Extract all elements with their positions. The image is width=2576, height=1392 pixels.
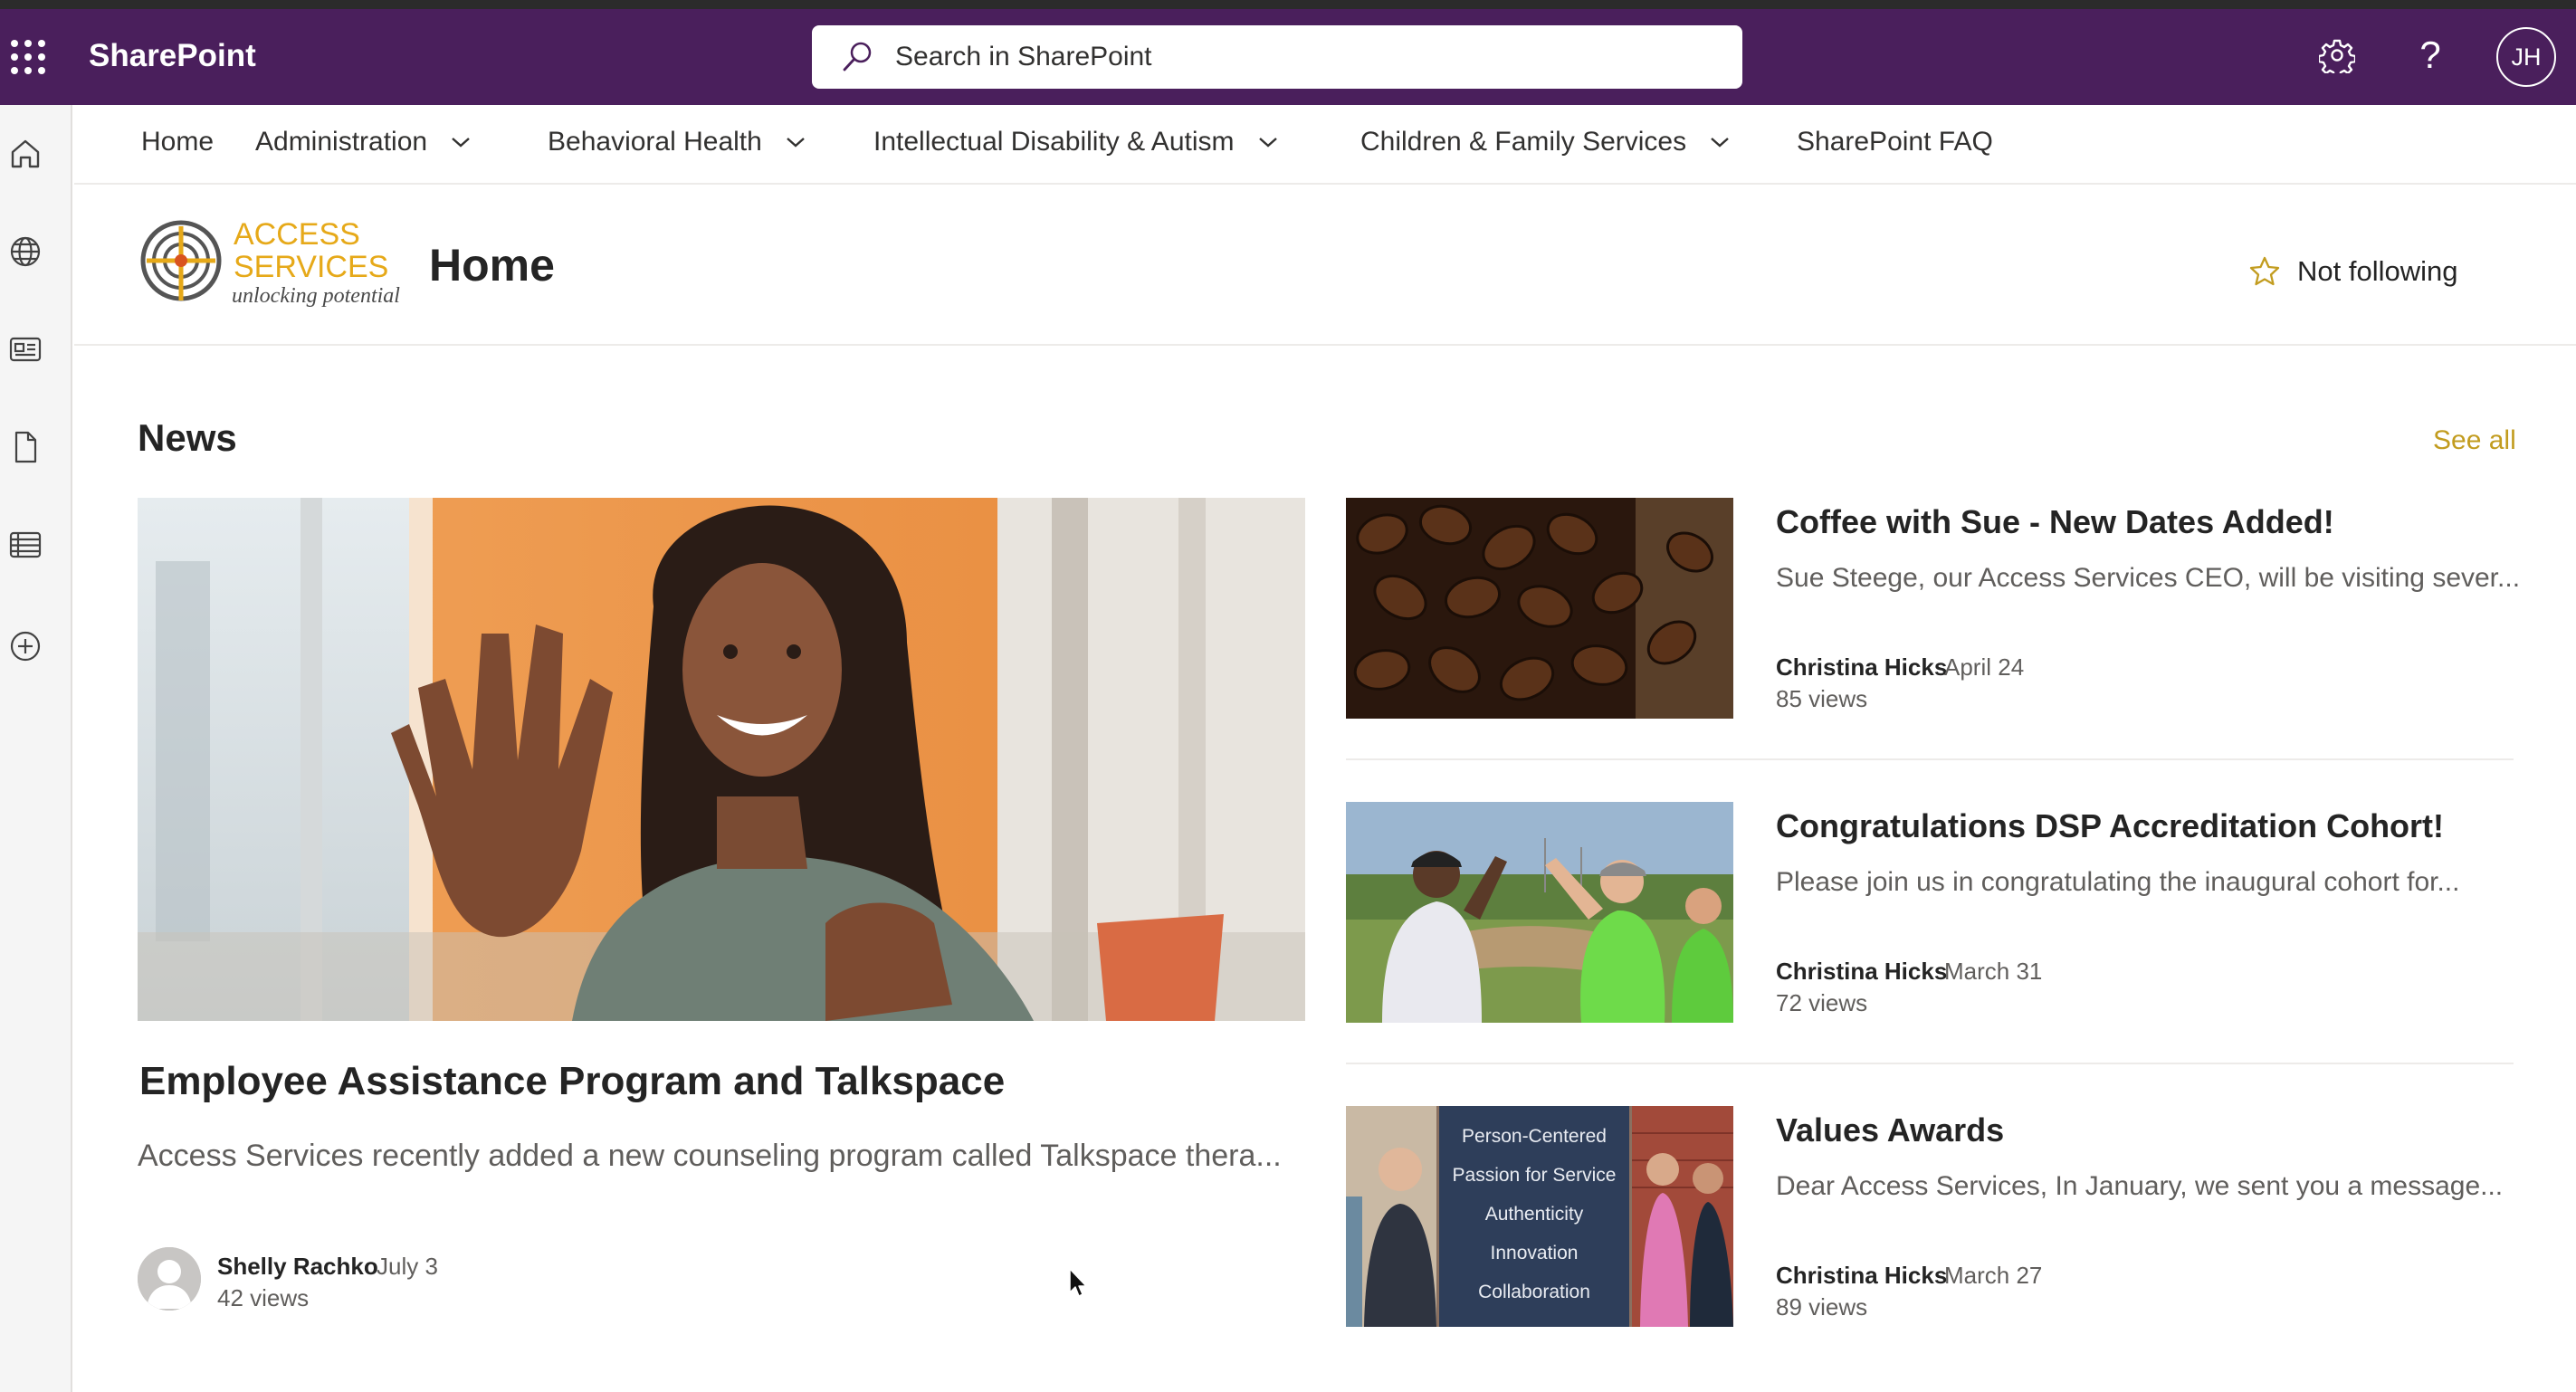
hero-news-description: Access Services recently added a new cou… xyxy=(138,1139,1282,1173)
add-icon[interactable] xyxy=(7,628,43,664)
news-card-author[interactable]: Christina Hicks xyxy=(1776,653,1947,682)
app-launcher-icon[interactable] xyxy=(7,36,45,74)
nav-item-children-family[interactable]: Children & Family Services xyxy=(1360,127,1730,157)
search-input[interactable] xyxy=(895,42,1710,72)
site-logo[interactable]: ACCESS SERVICES unlocking potential xyxy=(139,215,454,315)
news-card-date: March 27 xyxy=(1944,1262,2043,1289)
news-section-title: News xyxy=(138,416,237,459)
nav-item-label: Children & Family Services xyxy=(1360,127,1687,157)
news-card-author[interactable]: Christina Hicks xyxy=(1776,1262,1947,1290)
news-card-image[interactable] xyxy=(1346,498,1733,719)
value-text-collaboration: Collaboration xyxy=(1478,1282,1590,1302)
mouse-cursor-icon xyxy=(1069,1268,1087,1297)
news-card-views: 89 views xyxy=(1776,1293,1868,1320)
see-all-link[interactable]: See all xyxy=(2433,425,2516,456)
chevron-down-icon xyxy=(1711,138,1729,148)
news-card-image[interactable]: Person-Centered Passion for Service Auth… xyxy=(1346,1106,1733,1327)
news-card-title[interactable]: Congratulations DSP Accreditation Cohort… xyxy=(1776,807,2444,845)
card-divider xyxy=(1346,1063,2514,1064)
hero-author-name[interactable]: Shelly Rachko xyxy=(217,1253,378,1281)
value-text-passion: Passion for Service xyxy=(1453,1165,1617,1186)
hub-navigation: Home Administration Behavioral Health In… xyxy=(74,105,2576,185)
values-awards-image: Person-Centered Passion for Service Auth… xyxy=(1346,1106,1733,1327)
nav-item-sharepoint-faq[interactable]: SharePoint FAQ xyxy=(1797,127,1993,157)
globe-icon[interactable] xyxy=(7,234,43,270)
window-top-strip xyxy=(0,0,2576,9)
gear-icon[interactable] xyxy=(2314,33,2360,78)
value-text-innovation: Innovation xyxy=(1491,1243,1579,1263)
hero-news-title[interactable]: Employee Assistance Program and Talkspac… xyxy=(139,1059,1005,1104)
brand-name[interactable]: SharePoint xyxy=(89,38,256,74)
user-avatar[interactable]: JH xyxy=(2496,27,2556,87)
nav-item-intellectual-disability[interactable]: Intellectual Disability & Autism xyxy=(873,127,1278,157)
news-card-description: Please join us in congratulating the ina… xyxy=(1776,867,2460,897)
site-header: ACCESS SERVICES unlocking potential Home… xyxy=(74,185,2576,346)
news-card-date: March 31 xyxy=(1944,958,2043,985)
document-icon[interactable] xyxy=(7,429,43,465)
nav-item-label: Intellectual Disability & Autism xyxy=(873,127,1235,157)
suite-bar: SharePoint ? JH xyxy=(0,9,2576,105)
author-avatar xyxy=(138,1247,201,1311)
news-card-title[interactable]: Coffee with Sue - New Dates Added! xyxy=(1776,503,2334,541)
logo-tagline: unlocking potential xyxy=(232,284,400,308)
nav-item-administration[interactable]: Administration xyxy=(255,127,471,157)
chevron-down-icon xyxy=(1258,138,1277,148)
coffee-beans-image xyxy=(1346,498,1733,719)
search-box[interactable] xyxy=(812,25,1742,89)
high-five-image xyxy=(1346,802,1733,1023)
hero-date: July 3 xyxy=(377,1253,438,1280)
news-card-title[interactable]: Values Awards xyxy=(1776,1111,2004,1149)
hero-views: 42 views xyxy=(217,1284,310,1311)
chevron-down-icon xyxy=(787,138,805,148)
nav-item-home[interactable]: Home xyxy=(141,127,214,157)
news-card-date: April 24 xyxy=(1944,653,2025,681)
home-icon[interactable] xyxy=(7,136,43,172)
hero-news-image[interactable] xyxy=(138,498,1305,1021)
star-icon xyxy=(2249,256,2280,286)
logo-text-services: SERVICES xyxy=(234,250,389,284)
follow-button[interactable]: Not following xyxy=(2248,255,2457,288)
news-card-author[interactable]: Christina Hicks xyxy=(1776,958,1947,986)
news-icon[interactable] xyxy=(7,331,43,367)
app-bar xyxy=(0,105,72,1392)
nav-item-label: SharePoint FAQ xyxy=(1797,127,1993,157)
chevron-down-icon xyxy=(452,138,470,148)
page-title: Home xyxy=(429,240,555,291)
nav-item-label: Home xyxy=(141,127,215,157)
news-card-views: 72 views xyxy=(1776,989,1868,1016)
nav-item-behavioral-health[interactable]: Behavioral Health xyxy=(548,127,806,157)
news-card-views: 85 views xyxy=(1776,685,1868,712)
list-icon[interactable] xyxy=(7,527,43,563)
logo-text-access: ACCESS xyxy=(234,217,360,252)
card-divider xyxy=(1346,758,2514,760)
help-icon[interactable]: ? xyxy=(2408,33,2453,78)
news-card-description: Sue Steege, our Access Services CEO, wil… xyxy=(1776,563,2521,593)
news-card-description: Dear Access Services, In January, we sen… xyxy=(1776,1171,2504,1201)
follow-label: Not following xyxy=(2297,255,2458,287)
search-icon xyxy=(843,42,872,72)
person-icon xyxy=(138,1247,201,1311)
value-text-person-centered: Person-Centered xyxy=(1462,1126,1607,1147)
nav-item-label: Behavioral Health xyxy=(548,127,762,157)
news-card-image[interactable] xyxy=(1346,802,1733,1023)
target-logo-icon xyxy=(140,220,222,301)
nav-item-label: Administration xyxy=(255,127,428,157)
value-text-authenticity: Authenticity xyxy=(1485,1204,1584,1225)
